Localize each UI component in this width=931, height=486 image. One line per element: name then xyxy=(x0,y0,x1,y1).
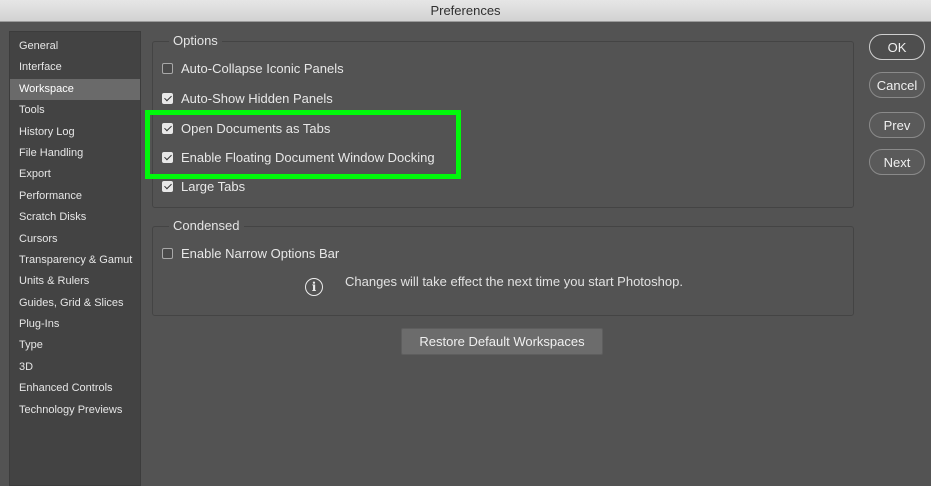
cancel-button[interactable]: Cancel xyxy=(869,72,925,98)
sidebar-item-transparency-gamut[interactable]: Transparency & Gamut xyxy=(10,250,140,271)
sidebar-item-performance[interactable]: Performance xyxy=(10,186,140,207)
checkbox-unchecked[interactable] xyxy=(162,63,173,74)
enable-narrow-options-bar-checkbox[interactable]: Enable Narrow Options Bar xyxy=(162,246,339,261)
checkbox-checked[interactable] xyxy=(162,181,173,192)
sidebar-item-interface[interactable]: Interface xyxy=(10,57,140,78)
preferences-window: General Interface Workspace Tools Histor… xyxy=(0,22,931,486)
sidebar-item-type[interactable]: Type xyxy=(10,335,140,356)
condensed-legend: Condensed xyxy=(169,218,244,233)
sidebar-item-cursors[interactable]: Cursors xyxy=(10,229,140,250)
checkbox-checked[interactable] xyxy=(162,152,173,163)
sidebar-item-guides-grid-slices[interactable]: Guides, Grid & Slices xyxy=(10,293,140,314)
option-label: Enable Narrow Options Bar xyxy=(181,246,340,261)
sidebar-item-3d[interactable]: 3D xyxy=(10,357,140,378)
option-label: Open Documents as Tabs xyxy=(181,121,331,136)
sidebar-item-workspace[interactable]: Workspace xyxy=(10,78,140,101)
option-label: Large Tabs xyxy=(181,179,246,194)
ok-button[interactable]: OK xyxy=(869,34,925,60)
checkbox-unchecked[interactable] xyxy=(162,248,173,259)
large-tabs-checkbox[interactable]: Large Tabs xyxy=(162,179,245,194)
sidebar-item-enhanced-controls[interactable]: Enhanced Controls xyxy=(10,378,140,399)
option-label: Enable Floating Document Window Docking xyxy=(181,150,435,165)
window-title: Preferences xyxy=(430,3,501,18)
sidebar-item-general[interactable]: General xyxy=(10,36,140,57)
restore-default-workspaces-button[interactable]: Restore Default Workspaces xyxy=(401,328,603,355)
sidebar: General Interface Workspace Tools Histor… xyxy=(9,31,141,486)
next-button[interactable]: Next xyxy=(869,149,925,175)
sidebar-item-tools[interactable]: Tools xyxy=(10,100,140,121)
sidebar-item-history-log[interactable]: History Log xyxy=(10,122,140,143)
option-label: Auto-Collapse Iconic Panels xyxy=(181,61,344,76)
checkbox-checked[interactable] xyxy=(162,93,173,104)
auto-show-hidden-panels-checkbox[interactable]: Auto-Show Hidden Panels xyxy=(162,91,333,106)
sidebar-item-export[interactable]: Export xyxy=(10,164,140,185)
sidebar-item-plug-ins[interactable]: Plug-Ins xyxy=(10,314,140,335)
info-message: i Changes will take effect the next time… xyxy=(153,274,853,298)
sidebar-item-file-handling[interactable]: File Handling xyxy=(10,143,140,164)
auto-collapse-iconic-panels-checkbox[interactable]: Auto-Collapse Iconic Panels xyxy=(162,61,344,76)
info-text: Changes will take effect the next time y… xyxy=(345,274,683,289)
enable-floating-document-window-docking-checkbox[interactable]: Enable Floating Document Window Docking xyxy=(162,150,435,165)
title-bar: Preferences xyxy=(0,0,931,22)
sidebar-item-scratch-disks[interactable]: Scratch Disks xyxy=(10,207,140,228)
option-label: Auto-Show Hidden Panels xyxy=(181,91,333,106)
condensed-group: Condensed Enable Narrow Options Bar i Ch… xyxy=(152,218,854,316)
options-group: Options Auto-Collapse Iconic Panels Auto… xyxy=(152,33,854,208)
options-legend: Options xyxy=(169,33,222,48)
prev-button[interactable]: Prev xyxy=(869,112,925,138)
sidebar-item-units-rulers[interactable]: Units & Rulers xyxy=(10,271,140,292)
info-icon: i xyxy=(305,278,323,296)
open-documents-as-tabs-checkbox[interactable]: Open Documents as Tabs xyxy=(162,121,330,136)
sidebar-item-technology-previews[interactable]: Technology Previews xyxy=(10,400,140,421)
checkbox-checked[interactable] xyxy=(162,123,173,134)
